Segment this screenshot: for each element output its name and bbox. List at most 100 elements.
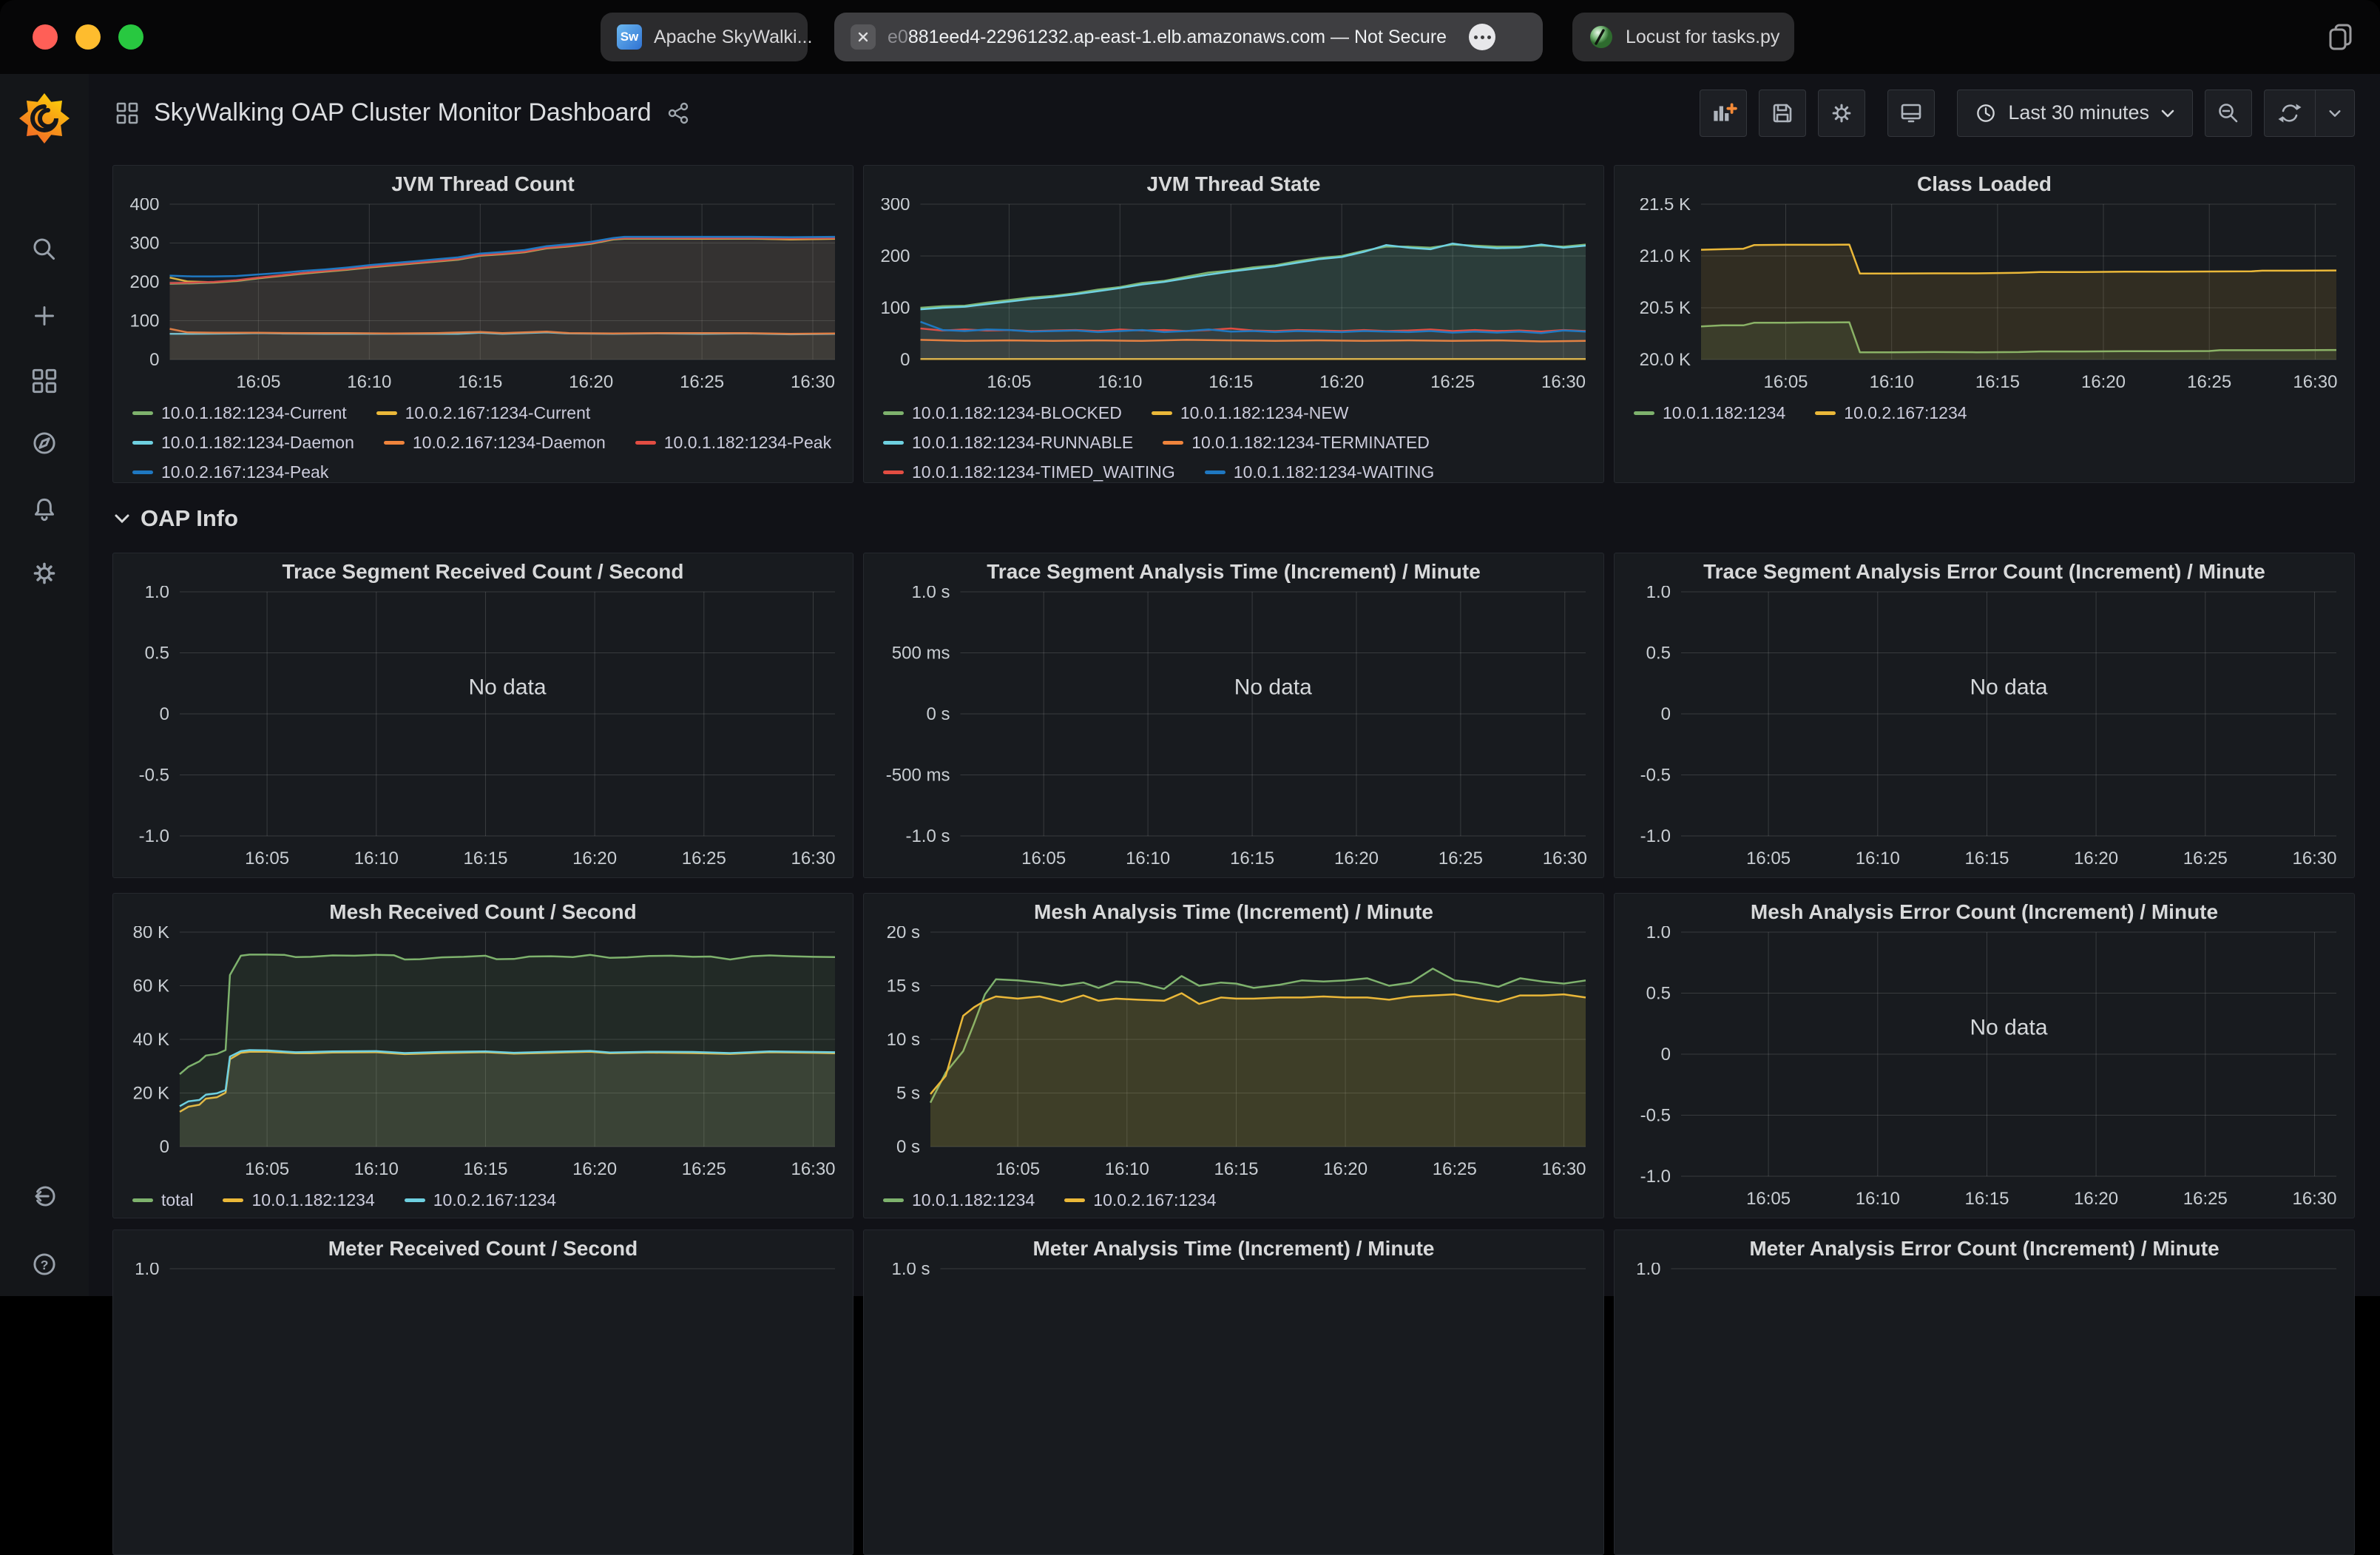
tab-locust[interactable]: Locust for tasks.py [1572,13,1794,61]
panel-title[interactable]: Meter Received Count / Second [121,1235,845,1263]
legend-item[interactable]: 10.0.1.182:1234 [883,1190,1035,1210]
close-window-button[interactable] [33,24,58,50]
legend-item[interactable]: 10.0.1.182:1234-TIMED_WAITING [883,462,1175,482]
svg-text:16:15: 16:15 [463,1159,507,1179]
legend-swatch [1152,411,1172,415]
tab-active-grafana[interactable]: e0881eed4-22961232.ap-east-1.elb.amazona… [834,13,1543,61]
refresh-interval-dropdown[interactable] [2315,90,2354,137]
sidebar-item-help[interactable]: ? [0,1237,89,1292]
tab-apache-skywalking[interactable]: Sw Apache SkyWalki... [601,13,808,61]
sidebar-item-create[interactable] [0,289,89,343]
sidebar-item-dashboards[interactable] [0,354,89,408]
legend-swatch [1205,470,1226,474]
panel-title[interactable]: Trace Segment Analysis Error Count (Incr… [1622,558,2347,586]
grafana-logo-icon[interactable] [18,90,71,146]
legend-item[interactable]: 10.0.2.167:1234-Peak [132,462,328,482]
save-dashboard-button[interactable] [1759,90,1806,137]
zoom-window-button[interactable] [118,24,143,50]
cycle-view-mode-button[interactable] [1887,90,1935,137]
panel-title[interactable]: Meter Analysis Error Count (Increment) /… [1622,1235,2347,1263]
chart-canvas[interactable]: 1.0 [1622,1263,2347,1551]
share-icon[interactable] [666,101,690,125]
refresh-dashboard-button[interactable] [2264,90,2355,137]
panel-title[interactable]: Mesh Received Count / Second [121,898,845,926]
legend-item[interactable]: 10.0.1.182:1234-WAITING [1205,462,1434,482]
time-range-picker[interactable]: Last 30 minutes [1957,90,2193,137]
legend-item[interactable]: 10.0.2.167:1234-Current [376,403,591,423]
legend-item[interactable]: 10.0.2.167:1234 [405,1190,556,1210]
legend-item[interactable]: 10.0.1.182:1234-TERMINATED [1163,433,1430,453]
svg-text:20.0 K: 20.0 K [1640,350,1691,370]
chart-canvas[interactable]: 1.0 s [871,1263,1596,1551]
legend-item[interactable]: 10.0.1.182:1234 [223,1190,374,1210]
legend-item[interactable]: 10.0.1.182:1234-Current [132,403,347,423]
panel-mesh-analysis-time-increment-minute: Mesh Analysis Time (Increment) / Minute1… [863,893,1604,1218]
apps-grid-icon[interactable] [115,101,139,125]
panel-title[interactable]: Class Loaded [1622,170,2347,198]
minimize-window-button[interactable] [75,24,101,50]
panel-title[interactable]: Meter Analysis Time (Increment) / Minute [871,1235,1596,1263]
zoom-out-time-button[interactable] [2205,90,2252,137]
zoom-out-icon [2215,100,2242,127]
svg-text:16:30: 16:30 [2292,1189,2336,1209]
svg-text:16:05: 16:05 [995,1159,1040,1179]
legend-item[interactable]: 10.0.1.182:1234-RUNNABLE [883,433,1133,453]
legend-item[interactable]: 10.0.1.182:1234-BLOCKED [883,403,1122,423]
chart-canvas[interactable]: 16:0516:1016:1516:2016:2516:301.00.50-0.… [1622,586,2347,874]
legend-swatch [376,411,397,415]
svg-text:20.5 K: 20.5 K [1640,298,1691,318]
legend-item[interactable]: 10.0.2.167:1234 [1815,403,1967,423]
panel-title[interactable]: Trace Segment Received Count / Second [121,558,845,586]
legend-row: 10.0.1.182:1234 10.0.2.167:1234 [1634,398,2347,428]
panel-title[interactable]: Mesh Analysis Error Count (Increment) / … [1622,898,2347,926]
sidebar-item-configuration[interactable] [0,546,89,601]
chart-canvas[interactable]: 1.0 [121,1263,845,1551]
sidebar-item-search[interactable] [0,222,89,277]
chart-canvas[interactable]: 16:0516:1016:1516:2016:2516:301.0 s500 m… [871,586,1596,874]
panel-row-trace: Trace Segment Received Count / Second16:… [112,553,2355,878]
url-security-status: — Not Secure [1325,27,1447,47]
legend-item[interactable]: 10.0.1.182:1234-NEW [1152,403,1349,423]
locust-favicon-icon [1589,24,1614,50]
legend-item[interactable]: 10.0.1.182:1234 [1634,403,1785,423]
section-oap-info[interactable]: OAP Info [114,502,2355,535]
dashboard-title[interactable]: SkyWalking OAP Cluster Monitor Dashboard [154,98,652,127]
dashboard-settings-button[interactable] [1818,90,1865,137]
legend-swatch [1064,1198,1085,1202]
svg-text:21.5 K: 21.5 K [1640,198,1691,215]
svg-text:0: 0 [149,350,159,370]
sidebar-item-sign-in[interactable] [0,1169,89,1224]
panel-title[interactable]: JVM Thread Count [121,170,845,198]
legend-swatch [132,1198,153,1202]
section-label: OAP Info [141,505,238,532]
chart-canvas[interactable]: 16:0516:1016:1516:2016:2516:3020.0 K20.5… [1622,198,2347,398]
panel-title[interactable]: Trace Segment Analysis Time (Increment) … [871,558,1596,586]
svg-text:16:05: 16:05 [1021,849,1066,868]
legend-item[interactable]: 10.0.1.182:1234-Peak [635,433,831,453]
panel-title[interactable]: JVM Thread State [871,170,1596,198]
chart-canvas[interactable]: 16:0516:1016:1516:2016:2516:300 s5 s10 s… [871,926,1596,1185]
refresh-icon[interactable] [2265,90,2315,137]
close-tab-icon[interactable] [851,24,876,50]
sidebar-item-explore[interactable] [0,416,89,470]
svg-text:300: 300 [880,198,910,215]
sidebar-item-alerting[interactable] [0,482,89,537]
tab-overview-icon[interactable] [2324,19,2358,53]
chart-canvas[interactable]: 16:0516:1016:1516:2016:2516:300100200300… [121,198,845,398]
legend-label: 10.0.2.167:1234-Peak [161,462,328,482]
legend-item[interactable]: 10.0.2.167:1234 [1064,1190,1216,1210]
chart-canvas[interactable]: 16:0516:1016:1516:2016:2516:30020 K40 K6… [121,926,845,1185]
legend-item[interactable]: 10.0.2.167:1234-Daemon [384,433,606,453]
chart-canvas[interactable]: 16:0516:1016:1516:2016:2516:300100200300 [871,198,1596,398]
legend-item[interactable]: 10.0.1.182:1234-Daemon [132,433,354,453]
panel-title[interactable]: Mesh Analysis Time (Increment) / Minute [871,898,1596,926]
help-icon: ? [28,1248,61,1281]
add-panel-button[interactable] [1700,90,1747,137]
window-controls [33,24,143,50]
chart-canvas[interactable]: 16:0516:1016:1516:2016:2516:301.00.50-0.… [121,586,845,874]
tab-more-icon[interactable] [1469,24,1495,50]
panel-jvm-thread-count: JVM Thread Count16:0516:1016:1516:2016:2… [112,165,853,483]
chart-canvas[interactable]: 16:0516:1016:1516:2016:2516:301.00.50-0.… [1622,926,2347,1215]
legend-item[interactable]: total [132,1190,193,1210]
svg-text:16:05: 16:05 [1763,372,1808,392]
